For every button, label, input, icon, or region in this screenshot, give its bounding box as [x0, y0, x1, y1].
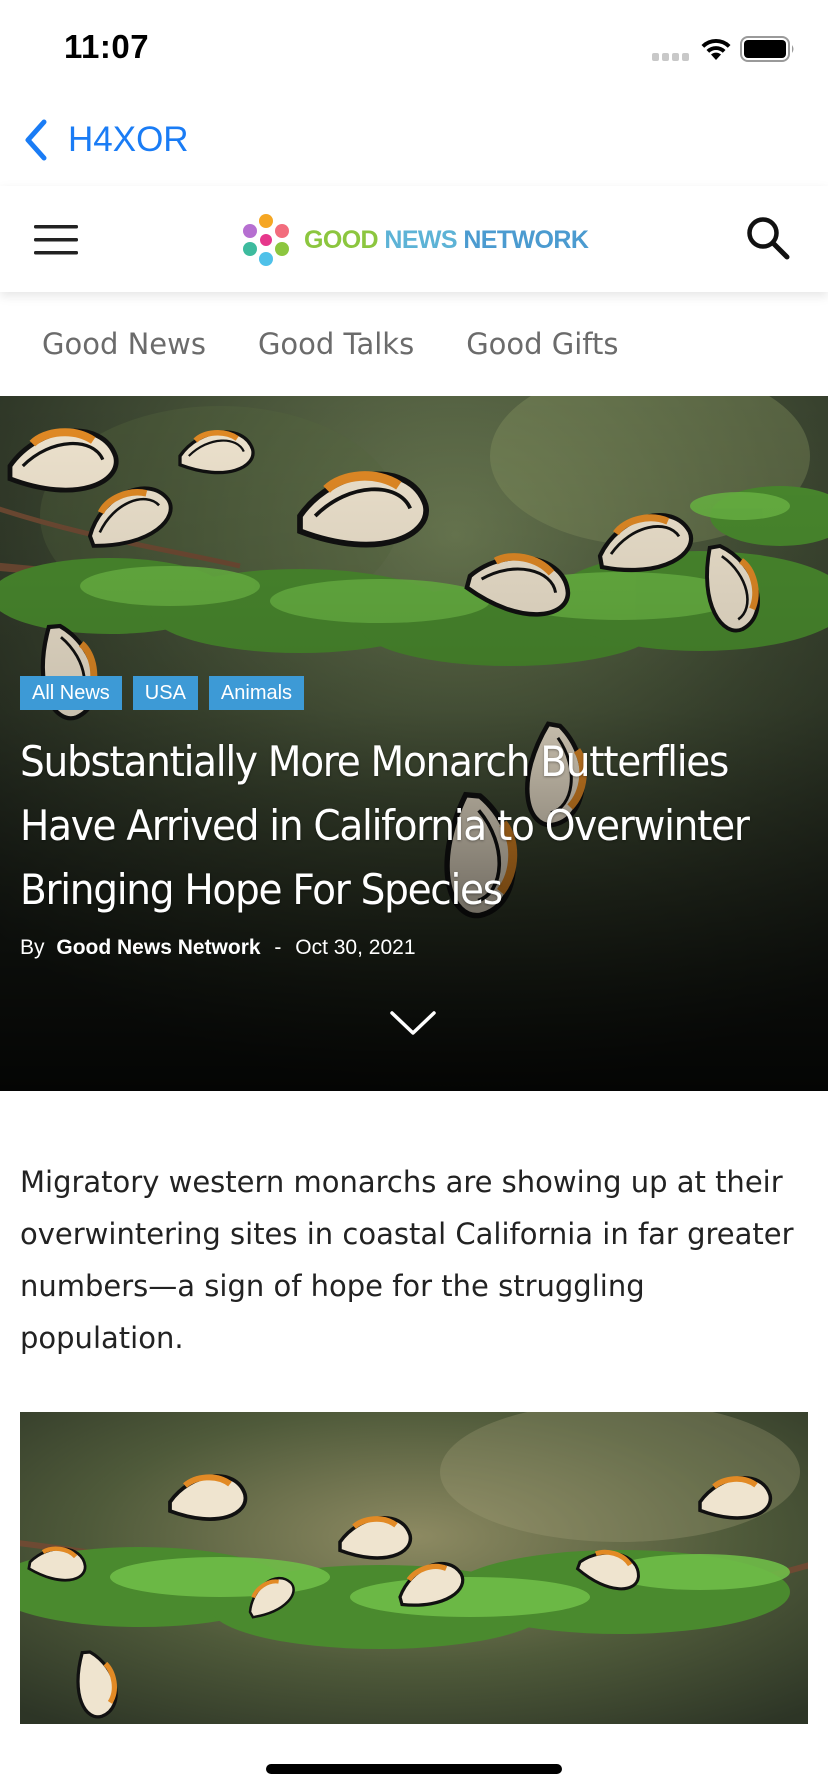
hero-content: All News USA Animals Substantially More …: [20, 676, 810, 960]
author-link[interactable]: Good News Network: [56, 936, 260, 959]
site-header: GOOD NEWS NETWORK: [0, 186, 828, 292]
meta-separator: -: [274, 936, 282, 959]
tag-list: All News USA Animals: [20, 676, 810, 710]
article-title: Substantially More Monarch Butterflies H…: [20, 737, 750, 914]
wifi-icon: [701, 38, 731, 60]
tab-good-talks[interactable]: Good Talks: [258, 327, 414, 361]
cellular-signal-icon: [652, 53, 689, 61]
tab-good-gifts[interactable]: Good Gifts: [466, 327, 618, 361]
tab-good-news[interactable]: Good News: [42, 327, 206, 361]
category-nav: Good News Good Talks Good Gifts: [0, 292, 828, 396]
article-image: [20, 1412, 808, 1724]
logo-icon: [243, 214, 289, 266]
tag-usa[interactable]: USA: [132, 676, 198, 710]
back-label: H4XOR: [68, 120, 189, 159]
logo-word-network: NETWORK: [463, 225, 589, 254]
hero-section: All News USA Animals Substantially More …: [0, 396, 828, 1091]
tag-all-news[interactable]: All News: [20, 676, 122, 710]
article-meta: By Good News Network - Oct 30, 2021: [20, 936, 810, 960]
hamburger-menu-icon[interactable]: [32, 220, 80, 260]
chevron-down-icon[interactable]: [388, 1008, 438, 1038]
logo-word-good: GOOD: [304, 225, 379, 254]
tag-animals[interactable]: Animals: [208, 676, 305, 710]
site-logo[interactable]: GOOD NEWS NETWORK: [238, 212, 589, 268]
home-indicator[interactable]: [266, 1764, 562, 1774]
article-lead-paragraph: Migratory western monarchs are showing u…: [20, 1165, 794, 1355]
logo-text: GOOD NEWS NETWORK: [304, 225, 589, 255]
publish-date: Oct 30, 2021: [295, 936, 416, 959]
battery-icon: [740, 36, 794, 62]
byline-prefix: By: [20, 936, 45, 959]
logo-word-news: NEWS: [384, 225, 457, 254]
back-button[interactable]: H4XOR: [20, 112, 189, 168]
chevron-left-icon: [25, 119, 47, 161]
article-image-picture: [20, 1412, 808, 1724]
status-bar: 11:07: [0, 0, 828, 100]
status-time: 11:07: [64, 28, 150, 65]
search-icon[interactable]: [744, 214, 792, 262]
